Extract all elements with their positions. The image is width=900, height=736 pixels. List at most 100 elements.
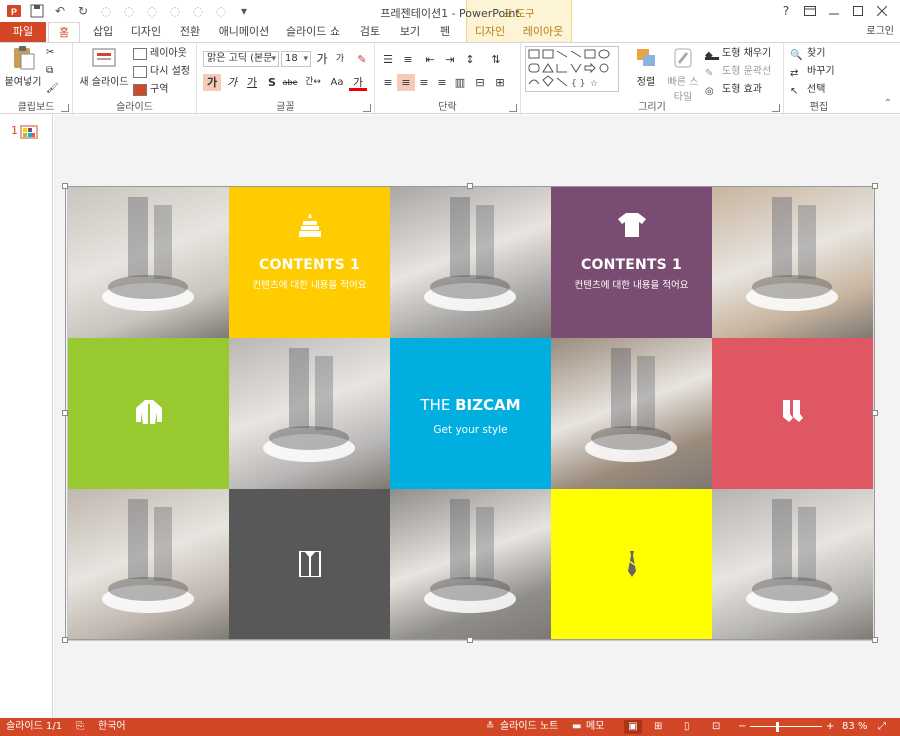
ribbon-display-button[interactable]: [798, 2, 822, 20]
italic-button[interactable]: 가: [223, 74, 241, 91]
drawing-launcher-icon[interactable]: [772, 104, 780, 112]
tab-insert[interactable]: 삽입: [84, 22, 122, 42]
justify-icon[interactable]: ≡: [433, 74, 451, 91]
slide-sorter-icon[interactable]: ⊞: [654, 720, 662, 734]
slide-photo[interactable]: [390, 489, 551, 640]
char-spacing-button[interactable]: 간↔: [301, 74, 325, 91]
slide-color-tile[interactable]: THE BIZCAM Get your style: [390, 338, 551, 489]
tab-slideshow[interactable]: 슬라이드 쇼: [280, 22, 346, 42]
tab-drawing-layout[interactable]: 레이아웃: [515, 22, 571, 42]
tab-animations[interactable]: 애니메이션: [214, 22, 274, 42]
font-size-combo[interactable]: 18: [281, 51, 311, 67]
zoom-in-button[interactable]: +: [826, 720, 834, 734]
slide-editing-area[interactable]: CONTENTS 1 컨텐츠에 대한 내용을 적어요 CONTENTS 1 컨텐츠에 …: [54, 115, 900, 718]
numbering-icon[interactable]: ≡: [399, 51, 417, 68]
font-launcher-icon[interactable]: [363, 104, 371, 112]
paragraph-launcher-icon[interactable]: [509, 104, 517, 112]
slide-color-tile[interactable]: [551, 489, 712, 640]
help-button[interactable]: ?: [774, 2, 798, 20]
line-spacing-icon[interactable]: ↕: [461, 51, 479, 68]
cut-icon[interactable]: ✂: [46, 45, 54, 61]
normal-view-icon[interactable]: ▣: [624, 720, 642, 734]
reset-button[interactable]: 다시 설정: [133, 64, 190, 80]
shape-outline-button[interactable]: ✎ 도형 윤곽선: [705, 64, 771, 80]
close-button[interactable]: [870, 2, 894, 20]
format-painter-icon[interactable]: 🖌: [46, 81, 59, 97]
tab-drawing-design[interactable]: 디자인: [467, 22, 513, 42]
clipboard-launcher-icon[interactable]: [61, 104, 69, 112]
reading-view-icon[interactable]: ▯: [684, 720, 690, 734]
maximize-button[interactable]: [846, 2, 870, 20]
slideshow-icon[interactable]: ⊡: [712, 720, 720, 734]
tile-title: CONTENTS 1: [259, 257, 360, 273]
shape-effects-button[interactable]: ◎ 도형 효과: [705, 82, 762, 98]
zoom-slider[interactable]: [750, 726, 822, 727]
tab-design[interactable]: 디자인: [124, 22, 168, 42]
copy-icon[interactable]: ⧉: [46, 63, 53, 79]
minimize-button[interactable]: [822, 2, 846, 20]
new-slide-button[interactable]: 새 슬라이드: [77, 45, 131, 88]
strikethrough-button[interactable]: abe: [281, 74, 299, 91]
tab-file[interactable]: 파일: [0, 22, 46, 42]
find-button[interactable]: 🔍 찾기: [790, 46, 825, 62]
collapse-ribbon-icon[interactable]: ⌃: [884, 98, 892, 109]
slide-thumbnail[interactable]: [20, 125, 38, 139]
shadow-button[interactable]: S: [263, 74, 281, 91]
grow-font-button[interactable]: 가: [313, 51, 331, 68]
decrease-indent-icon[interactable]: ⇤: [421, 51, 439, 68]
bullets-icon[interactable]: ☰: [379, 51, 397, 68]
slide-color-tile[interactable]: [229, 489, 390, 640]
change-case-button[interactable]: Aa: [327, 74, 347, 91]
text-direction-icon[interactable]: ⇅: [487, 51, 505, 68]
slide-photo[interactable]: [68, 489, 229, 640]
zoom-level[interactable]: 83 %: [842, 720, 867, 734]
language-label[interactable]: 한국어: [98, 720, 126, 734]
shape-fill-button[interactable]: ◆ 도형 채우기: [705, 46, 771, 62]
slide-photo[interactable]: [551, 338, 712, 489]
slide-color-tile[interactable]: CONTENTS 1 컨텐츠에 대한 내용을 적어요: [551, 187, 712, 338]
zoom-out-button[interactable]: −: [738, 720, 746, 734]
select-button[interactable]: ↖ 선택: [790, 82, 825, 98]
bold-button[interactable]: 가: [203, 74, 221, 91]
slide-color-tile[interactable]: [712, 338, 873, 489]
slide-color-tile[interactable]: [68, 338, 229, 489]
fit-slide-icon[interactable]: ⤢: [878, 720, 886, 734]
arrange-button[interactable]: 정렬: [629, 45, 663, 88]
align-text-icon[interactable]: ⊟: [471, 74, 489, 91]
tab-review[interactable]: 검토: [352, 22, 388, 42]
tab-transitions[interactable]: 전환: [170, 22, 210, 42]
font-name-combo[interactable]: 맑은 고딕 (본문: [203, 51, 279, 67]
shrink-font-button[interactable]: 가: [331, 51, 349, 68]
paste-button[interactable]: 붙여넣기: [3, 45, 43, 88]
clear-format-icon[interactable]: ✎: [353, 51, 371, 68]
slide-photo[interactable]: [68, 187, 229, 338]
slide-photo[interactable]: [229, 338, 390, 489]
group-editing: 🔍 찾기 ⇄ 바꾸기 ↖ 선택 편집: [784, 43, 854, 115]
slide-color-tile[interactable]: CONTENTS 1 컨텐츠에 대한 내용을 적어요: [229, 187, 390, 338]
slide-photo[interactable]: [712, 187, 873, 338]
shapes-gallery[interactable]: { } ☆: [525, 46, 619, 92]
smartart-icon[interactable]: ⊞: [491, 74, 509, 91]
section-button[interactable]: 구역: [133, 82, 168, 98]
layout-button[interactable]: 레이아웃: [133, 46, 187, 62]
zoom-slider-thumb[interactable]: [776, 722, 779, 732]
columns-icon[interactable]: ▥: [451, 74, 469, 91]
notes-button[interactable]: 슬라이드 노트: [500, 720, 558, 734]
align-center-icon[interactable]: ≡: [397, 74, 415, 91]
replace-button[interactable]: ⇄ 바꾸기: [790, 64, 835, 80]
slide-photo[interactable]: [390, 187, 551, 338]
underline-button[interactable]: 가: [243, 74, 261, 91]
comments-button[interactable]: 메모: [586, 720, 604, 734]
tab-view[interactable]: 보기: [392, 22, 428, 42]
align-left-icon[interactable]: ≡: [379, 74, 397, 91]
login-link[interactable]: 로그인: [866, 22, 894, 42]
align-right-icon[interactable]: ≡: [415, 74, 433, 91]
increase-indent-icon[interactable]: ⇥: [441, 51, 459, 68]
slide[interactable]: CONTENTS 1 컨텐츠에 대한 내용을 적어요 CONTENTS 1 컨텐츠에 …: [67, 186, 875, 641]
quick-styles-button[interactable]: 빠른 스타일: [665, 45, 701, 103]
tab-home[interactable]: 홈: [48, 22, 80, 42]
tab-pen[interactable]: 펜: [430, 22, 460, 42]
font-color-button[interactable]: 가: [349, 74, 367, 91]
spellcheck-icon[interactable]: ⎘: [76, 720, 84, 734]
slide-photo[interactable]: [712, 489, 873, 640]
